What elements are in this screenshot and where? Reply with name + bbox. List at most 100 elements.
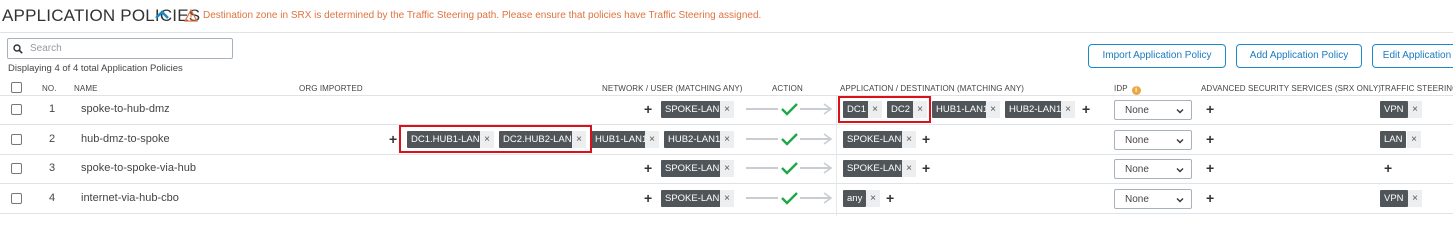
row-checkbox[interactable]	[11, 163, 22, 174]
col-idp[interactable]: IDP i	[1114, 84, 1141, 95]
plus-icon[interactable]: +	[886, 191, 894, 205]
network-chip: SPOKE-LAN1	[661, 160, 729, 177]
close-icon[interactable]: ×	[1408, 190, 1422, 207]
traffic-chip: VPN	[1380, 101, 1408, 118]
close-icon[interactable]: ×	[902, 131, 916, 148]
plus-icon[interactable]: +	[1384, 161, 1392, 175]
app-chip: any	[843, 190, 867, 207]
row-checkbox[interactable]	[11, 134, 22, 145]
plus-icon[interactable]: +	[644, 161, 652, 175]
close-icon[interactable]: ×	[986, 101, 1000, 118]
select-all-checkbox[interactable]	[11, 82, 22, 93]
network-chip: HUB1-LAN1	[591, 131, 652, 148]
close-icon[interactable]: ×	[720, 190, 734, 207]
app-chip: SPOKE-LAN1	[843, 131, 911, 148]
plus-icon[interactable]: +	[389, 132, 397, 146]
header-divider	[0, 32, 1453, 33]
row-divider	[0, 183, 1453, 184]
header-row-divider	[0, 95, 1453, 96]
close-icon[interactable]: ×	[720, 101, 734, 118]
app-chip: HUB2-LAN1	[1005, 101, 1066, 118]
column-separator	[836, 96, 837, 216]
policy-name[interactable]: hub-dmz-to-spoke	[81, 133, 170, 145]
col-traffic-steering[interactable]: TRAFFIC STEERING	[1380, 84, 1453, 93]
traffic-chip: LAN	[1380, 131, 1407, 148]
policy-name[interactable]: internet-via-hub-cbo	[81, 192, 179, 204]
col-network-user[interactable]: NETWORK / USER (MATCHING ANY)	[602, 84, 743, 93]
idp-select-value: None	[1125, 194, 1149, 205]
import-policy-button[interactable]: Import Application Policy	[1088, 44, 1226, 68]
plus-icon[interactable]: +	[644, 102, 652, 116]
policy-name[interactable]: spoke-to-hub-dmz	[81, 103, 170, 115]
plus-icon[interactable]: +	[922, 132, 930, 146]
close-icon[interactable]: ×	[902, 160, 916, 177]
info-icon[interactable]: i	[1131, 86, 1141, 95]
close-icon[interactable]: ×	[720, 131, 734, 148]
idp-select[interactable]: None	[1114, 189, 1192, 209]
chevron-down-icon	[1176, 109, 1184, 114]
check-icon	[781, 103, 798, 116]
search-input[interactable]: Search	[7, 38, 233, 59]
check-icon	[781, 133, 798, 146]
idp-select[interactable]: None	[1114, 159, 1192, 179]
close-icon[interactable]: ×	[866, 190, 880, 207]
close-icon[interactable]: ×	[1061, 101, 1075, 118]
edit-application-button[interactable]: Edit Application	[1372, 44, 1453, 68]
col-adv-security[interactable]: ADVANCED SECURITY SERVICES (SRX ONLY)	[1201, 84, 1381, 93]
add-policy-button[interactable]: Add Application Policy	[1236, 44, 1362, 68]
action-allow-arrow	[746, 133, 833, 146]
row-divider	[0, 124, 1453, 125]
idp-select-value: None	[1125, 135, 1149, 146]
plus-icon[interactable]: +	[1206, 132, 1214, 146]
chevron-down-icon	[1176, 198, 1184, 203]
close-icon[interactable]: ×	[720, 160, 734, 177]
check-icon	[781, 192, 798, 205]
plus-icon[interactable]: +	[644, 191, 652, 205]
search-icon	[13, 44, 23, 54]
idp-select[interactable]: None	[1114, 130, 1192, 150]
row-number: 4	[49, 192, 56, 204]
plus-icon[interactable]: +	[1082, 102, 1090, 116]
idp-select-value: None	[1125, 105, 1149, 116]
network-chip: SPOKE-LAN1	[661, 101, 729, 118]
warning-message: Destination zone in SRX is determined by…	[203, 10, 762, 21]
highlight-box	[399, 125, 592, 153]
close-icon[interactable]: ×	[1407, 131, 1421, 148]
col-no[interactable]: NO.	[42, 84, 57, 93]
app-chip: SPOKE-LAN1	[843, 160, 911, 177]
row-checkbox[interactable]	[11, 193, 22, 204]
chevron-down-icon	[1176, 168, 1184, 173]
check-icon	[781, 162, 798, 175]
plus-icon[interactable]: +	[1206, 161, 1214, 175]
col-idp-label: IDP	[1114, 84, 1128, 93]
row-divider	[0, 154, 1453, 155]
search-placeholder: Search	[30, 43, 62, 54]
idp-select-value: None	[1125, 164, 1149, 175]
action-allow-arrow	[746, 103, 833, 116]
col-action[interactable]: ACTION	[772, 84, 803, 93]
col-org-imported[interactable]: ORG IMPORTED	[299, 84, 363, 93]
row-divider	[0, 213, 1453, 214]
plus-icon[interactable]: +	[922, 161, 930, 175]
idp-select[interactable]: None	[1114, 100, 1192, 120]
plus-icon[interactable]: +	[1206, 191, 1214, 205]
app-chip: HUB1-LAN1	[932, 101, 993, 118]
action-allow-arrow	[746, 192, 833, 205]
close-icon[interactable]: ×	[1408, 101, 1422, 118]
chevron-up-icon[interactable]	[154, 8, 170, 22]
display-count: Displaying 4 of 4 total Application Poli…	[8, 63, 183, 74]
action-allow-arrow	[746, 162, 833, 175]
close-icon[interactable]: ×	[645, 131, 659, 148]
col-app-dest[interactable]: APPLICATION / DESTINATION (MATCHING ANY)	[840, 84, 1024, 93]
page-header: APPLICATION POLICIES Destination zone in…	[0, 0, 1453, 32]
network-chip: SPOKE-LAN1	[661, 190, 729, 207]
chevron-down-icon	[1176, 139, 1184, 144]
page-title: APPLICATION POLICIES	[2, 6, 201, 25]
plus-icon[interactable]: +	[1206, 102, 1214, 116]
row-checkbox[interactable]	[11, 104, 22, 115]
policy-name[interactable]: spoke-to-spoke-via-hub	[81, 162, 196, 174]
traffic-chip: VPN	[1380, 190, 1408, 207]
warning-triangle-icon	[184, 9, 198, 22]
col-name[interactable]: NAME	[74, 84, 98, 93]
network-chip: HUB2-LAN1	[664, 131, 725, 148]
